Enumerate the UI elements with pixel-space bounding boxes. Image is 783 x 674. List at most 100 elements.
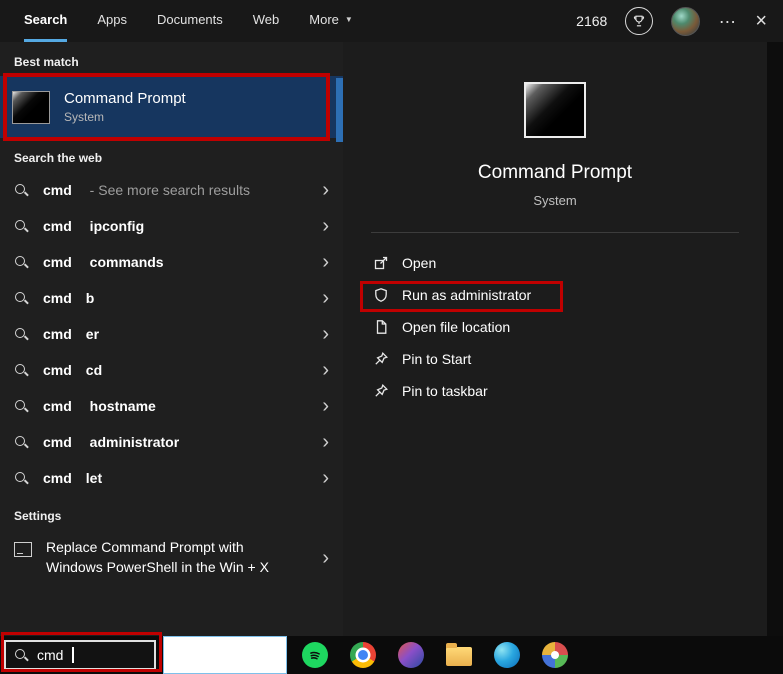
chevron-right-icon: › [322, 359, 329, 381]
search-suggestion[interactable]: cmd commands › [0, 244, 343, 280]
suggestion-text: cmd [43, 290, 72, 306]
taskbar: cmd [0, 636, 783, 674]
windows-search-panel: Search Apps Documents Web More ▼ 2168 … … [0, 0, 783, 674]
tab-search-label: Search [24, 12, 68, 27]
best-match-title: Command Prompt [64, 90, 186, 107]
search-suggestion[interactable]: cmd cd › [0, 352, 343, 388]
search-icon [14, 648, 29, 663]
action-pin-to-start[interactable]: Pin to Start [373, 343, 767, 375]
chevron-right-icon: › [322, 546, 329, 569]
search-icon [14, 327, 29, 342]
tab-apps[interactable]: Apps [97, 0, 127, 42]
open-icon [373, 255, 389, 271]
action-label: Open [402, 255, 437, 271]
chevron-right-icon: › [322, 323, 329, 345]
search-icon [14, 291, 29, 306]
app-icon-3[interactable] [398, 642, 424, 668]
text-cursor [72, 647, 75, 663]
chevron-down-icon: ▼ [344, 15, 353, 24]
tab-documents[interactable]: Documents [157, 0, 223, 42]
file-explorer-icon[interactable] [446, 643, 472, 666]
action-run-as-administrator[interactable]: Run as administrator [373, 279, 767, 311]
suggestion-suffix: cd [85, 362, 103, 378]
rewards-trophy-icon[interactable] [625, 7, 654, 35]
tab-search[interactable]: Search [24, 0, 68, 42]
chevron-right-icon: › [322, 215, 329, 237]
action-open[interactable]: Open [373, 247, 767, 279]
suggestion-text: cmd [43, 362, 72, 378]
action-open-file-location[interactable]: Open file location [373, 311, 767, 343]
search-suggestion[interactable]: cmd b › [0, 280, 343, 316]
tab-more-label: More [309, 12, 339, 27]
app-icon-6[interactable] [542, 642, 568, 668]
search-suggestion[interactable]: cmd er › [0, 316, 343, 352]
taskbar-icons [302, 636, 568, 674]
command-prompt-icon [12, 90, 50, 124]
search-input-value: cmd [37, 647, 64, 663]
context-actions: Open Run as administrator Open file loca… [343, 247, 767, 407]
taskbar-search-box[interactable] [163, 636, 287, 674]
divider [371, 232, 739, 233]
chrome-icon[interactable] [350, 642, 376, 668]
search-suggestion[interactable]: cmd administrator › [0, 424, 343, 460]
search-web-header: Search the web [14, 151, 103, 165]
suggestion-suffix: commands [85, 254, 164, 270]
settings-result-line2: Windows PowerShell in the Win + X [46, 558, 269, 575]
search-icon [14, 255, 29, 270]
file-location-icon [373, 319, 389, 335]
settings-header: Settings [14, 509, 62, 523]
best-match-header: Best match [14, 55, 79, 69]
best-match-result-command-prompt[interactable]: Command Prompt System [0, 76, 343, 138]
tab-more[interactable]: More ▼ [309, 0, 353, 42]
pin-icon [373, 383, 389, 399]
taskbar-search-input[interactable]: cmd [4, 640, 156, 670]
edge-icon[interactable] [494, 642, 520, 668]
search-results-panel: Best match Command Prompt System Search … [0, 42, 343, 636]
suggestion-text: cmd [43, 470, 72, 486]
action-label: Run as administrator [402, 287, 532, 303]
search-suggestion[interactable]: cmd let › [0, 460, 343, 496]
search-icon [14, 183, 29, 198]
search-suggestion[interactable]: cmd hostname › [0, 388, 343, 424]
scrollbar-thumb[interactable] [336, 78, 343, 142]
action-label: Pin to taskbar [402, 383, 488, 399]
search-icon [14, 219, 29, 234]
shield-icon [373, 287, 389, 303]
chevron-right-icon: › [322, 395, 329, 417]
search-suggestion[interactable]: cmd - See more search results › [0, 172, 343, 208]
suggestion-text: cmd [43, 254, 72, 270]
preview-panel: Command Prompt System Open Run as admini… [343, 42, 783, 636]
rewards-points: 2168 [576, 13, 608, 29]
search-icon [14, 363, 29, 378]
suggestion-suffix: b [85, 290, 95, 306]
chevron-right-icon: › [322, 287, 329, 309]
search-tabs-bar: Search Apps Documents Web More ▼ 2168 … … [0, 0, 783, 42]
suggestion-suffix: let [85, 470, 103, 486]
suggestion-suffix: administrator [85, 434, 180, 450]
suggestion-suffix: - See more search results [85, 182, 250, 198]
chevron-right-icon: › [322, 467, 329, 489]
spotify-icon[interactable] [302, 642, 328, 668]
settings-result-powershell-replace[interactable]: Replace Command Prompt with Windows Powe… [0, 530, 343, 585]
suggestion-suffix: hostname [85, 398, 156, 414]
search-icon [14, 435, 29, 450]
chevron-right-icon: › [322, 431, 329, 453]
suggestion-text: cmd [43, 398, 72, 414]
action-pin-to-taskbar[interactable]: Pin to taskbar [373, 375, 767, 407]
panel-right-edge [767, 42, 783, 636]
action-label: Pin to Start [402, 351, 472, 367]
more-options-icon[interactable]: … [718, 7, 737, 28]
settings-result-line1: Replace Command Prompt with [46, 539, 244, 555]
user-avatar[interactable] [671, 6, 701, 36]
suggestion-text: cmd [43, 182, 72, 198]
search-suggestion[interactable]: cmd ipconfig › [0, 208, 343, 244]
suggestion-text: cmd [43, 434, 72, 450]
topbar-right-cluster: 2168 … × [576, 0, 783, 42]
chevron-right-icon: › [322, 251, 329, 273]
action-label: Open file location [402, 319, 511, 335]
tab-web[interactable]: Web [253, 0, 280, 42]
suggestion-suffix: ipconfig [85, 218, 145, 234]
close-icon[interactable]: × [755, 11, 767, 31]
search-icon [14, 471, 29, 486]
preview-title: Command Prompt [477, 162, 633, 183]
